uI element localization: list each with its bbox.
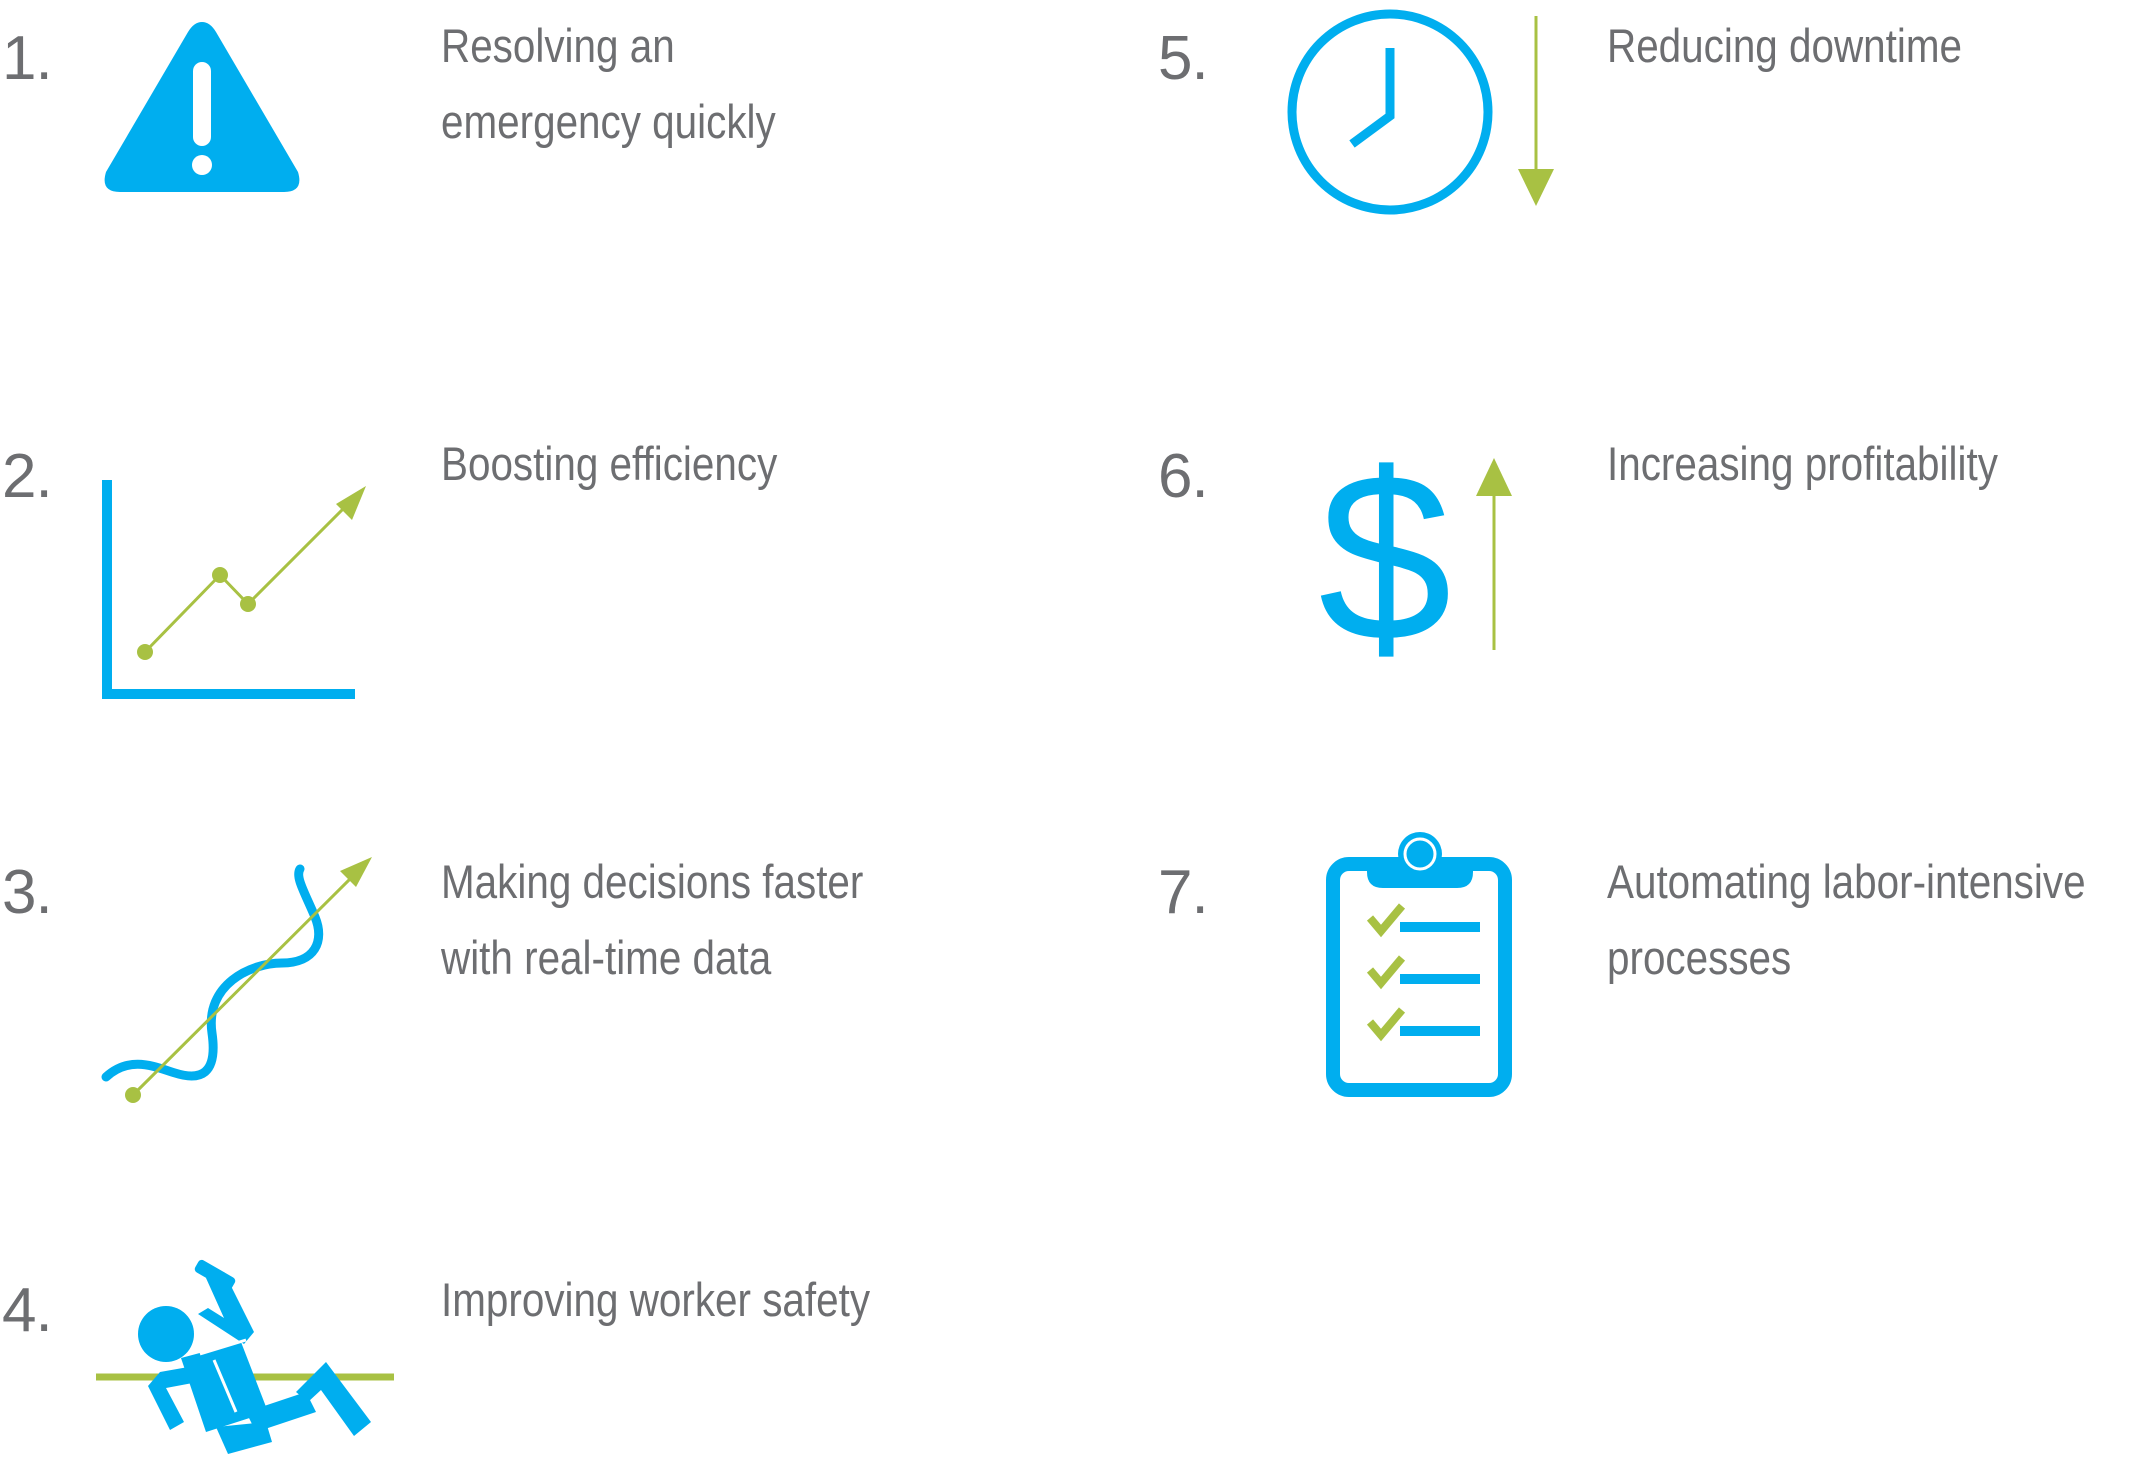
item-number: 7. <box>1158 858 1209 927</box>
item-number: 4. <box>2 1276 53 1345</box>
item-label: Making decisions faster with real-time d… <box>441 844 863 996</box>
item-label: Improving worker safety <box>441 1262 870 1338</box>
item-label-line: emergency quickly <box>441 95 776 148</box>
rising-line-chart-icon <box>102 480 366 699</box>
item-number: 1. <box>2 24 53 93</box>
item-label-line: processes <box>1607 931 1792 984</box>
item-number: 2. <box>2 442 53 511</box>
item-label-line: Resolving an <box>441 19 675 72</box>
fallen-worker-icon <box>96 1259 394 1454</box>
svg-text:$: $ <box>1318 423 1451 691</box>
item-label: Increasing profitability <box>1607 426 1998 502</box>
item-label-line: Improving worker safety <box>441 1273 871 1326</box>
item-label-line: Making decisions faster <box>441 855 864 908</box>
item-label-line: Increasing profitability <box>1607 437 1998 490</box>
item-number: 5. <box>1158 24 1209 93</box>
item-label: Automating labor-intensive processes <box>1607 844 2086 996</box>
wave-with-trend-arrow-icon <box>101 857 372 1103</box>
warning-triangle-icon <box>104 22 300 192</box>
dollar-with-up-arrow-icon: $ <box>1318 423 1512 691</box>
item-label-line: Automating labor-intensive <box>1607 855 2086 908</box>
item-number: 3. <box>2 858 53 927</box>
item-label-line: Reducing downtime <box>1607 19 1963 72</box>
item-label: Resolving an emergency quickly <box>441 8 776 160</box>
item-number: 6. <box>1158 442 1209 511</box>
clock-with-down-arrow-icon <box>1287 9 1554 215</box>
item-label: Boosting efficiency <box>441 426 777 502</box>
item-label: Reducing downtime <box>1607 8 1962 84</box>
checklist-clipboard-icon <box>1326 832 1512 1097</box>
item-label-line: Boosting efficiency <box>441 437 778 490</box>
item-label-line: with real-time data <box>441 931 772 984</box>
